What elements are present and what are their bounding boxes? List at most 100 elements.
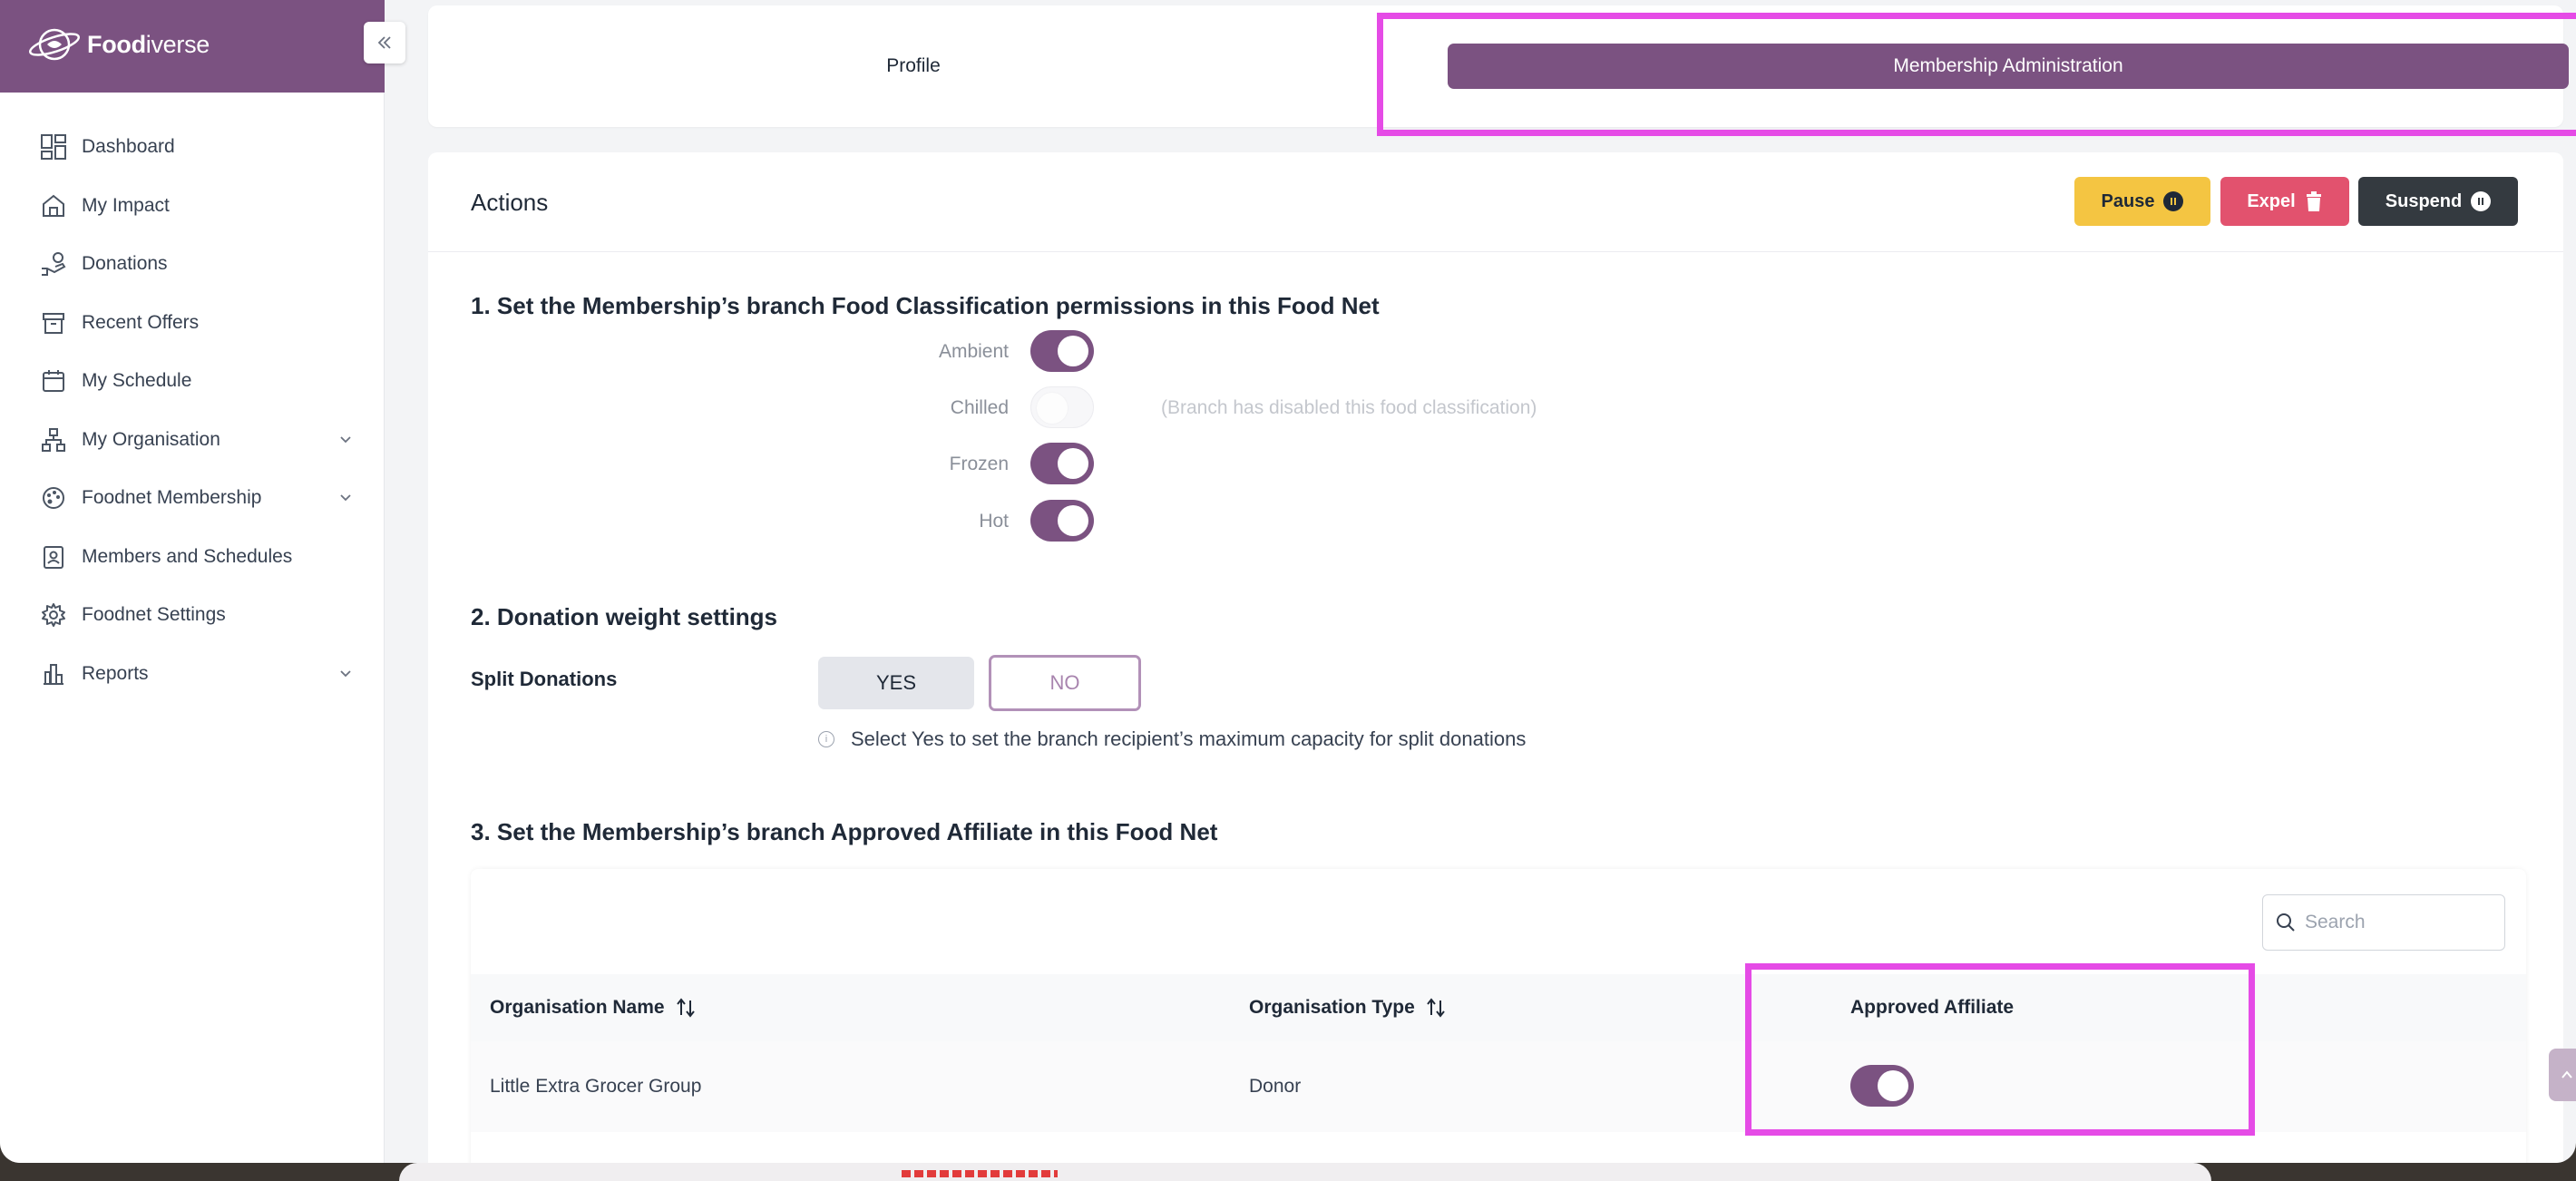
sidebar-item-donations[interactable]: Donations xyxy=(0,235,385,294)
taskbar-indicator xyxy=(902,1170,1058,1177)
chevron-down-icon xyxy=(340,669,351,677)
table-header: Organisation Name Organisation Type Appr… xyxy=(471,974,2526,1041)
bar-chart-icon xyxy=(38,659,69,689)
hint-text: Select Yes to set the branch recipient’s… xyxy=(851,727,1527,750)
id-badge-icon xyxy=(38,542,69,572)
sidebar: Foodiverse Dashboard My Impact Donations… xyxy=(0,0,405,1163)
actions-header: Actions Pause Expel Suspend xyxy=(428,152,2563,252)
pause-icon xyxy=(2163,191,2184,211)
hand-donation-icon xyxy=(38,249,69,279)
sidebar-item-label: Recent Offers xyxy=(82,311,200,333)
info-icon: i xyxy=(818,731,834,747)
ambient-toggle[interactable] xyxy=(1030,330,1094,372)
split-donations-label: Split Donations xyxy=(471,668,618,690)
chevron-up-icon xyxy=(2561,1070,2572,1079)
suspend-button[interactable]: Suspend xyxy=(2358,177,2518,226)
split-no-button[interactable]: NO xyxy=(989,655,1141,711)
permission-label: Ambient xyxy=(938,341,1009,362)
suspend-pause-icon xyxy=(2471,191,2492,211)
app-window: Foodiverse Dashboard My Impact Donations… xyxy=(0,0,2576,1163)
section-approved-affiliate-title: 3. Set the Membership’s branch Approved … xyxy=(471,818,1218,845)
column-approved-affiliate: Approved Affiliate xyxy=(1850,997,2014,1019)
collapse-sidebar-button[interactable] xyxy=(364,22,405,63)
sidebar-item-my-schedule[interactable]: My Schedule xyxy=(0,352,385,411)
sidebar-item-label: My Organisation xyxy=(82,428,220,450)
palette-membership-icon xyxy=(38,483,69,513)
brand-header: Foodiverse xyxy=(0,0,385,93)
pause-button[interactable]: Pause xyxy=(2074,177,2210,226)
tabs-bar: Profile Membership Administration xyxy=(428,5,2569,127)
suspend-label: Suspend xyxy=(2385,190,2463,211)
permission-label: Frozen xyxy=(949,454,1009,474)
sidebar-item-label: My Schedule xyxy=(82,370,192,392)
sidebar-item-members-and-schedules[interactable]: Members and Schedules xyxy=(0,528,385,587)
sidebar-item-recent-offers[interactable]: Recent Offers xyxy=(0,294,385,353)
permission-row-frozen: Frozen xyxy=(428,443,1698,488)
double-chevron-left-icon xyxy=(377,36,391,49)
column-label: Approved Affiliate xyxy=(1850,997,2015,1018)
toggle-knob xyxy=(1878,1070,1908,1101)
search-input[interactable] xyxy=(2305,912,2486,933)
permission-row-ambient: Ambient xyxy=(428,330,1698,376)
hot-toggle[interactable] xyxy=(1030,500,1094,542)
permission-row-chilled: Chilled (Branch has disabled this food c… xyxy=(428,386,1698,432)
dashboard-icon xyxy=(38,132,69,162)
sort-icon xyxy=(676,998,695,1018)
cell-organisation-type: Donor xyxy=(1249,1076,1302,1097)
sidebar-item-label: Foodnet Membership xyxy=(82,487,262,509)
sidebar-item-reports[interactable]: Reports xyxy=(0,645,385,704)
toggle-knob xyxy=(1037,393,1068,424)
expel-label: Expel xyxy=(2247,190,2296,211)
tab-profile[interactable]: Profile xyxy=(428,5,1399,127)
trash-icon xyxy=(2306,191,2321,211)
column-organisation-name[interactable]: Organisation Name xyxy=(490,997,696,1019)
column-organisation-type[interactable]: Organisation Type xyxy=(1249,997,1446,1019)
sidebar-item-label: My Impact xyxy=(82,194,170,216)
column-label: Organisation Type xyxy=(1249,997,1415,1018)
chilled-toggle[interactable] xyxy=(1030,386,1094,428)
actions-title: Actions xyxy=(471,189,549,216)
toggle-knob xyxy=(1058,448,1088,479)
permission-label: Chilled xyxy=(950,397,1009,418)
org-chart-icon xyxy=(38,425,69,455)
approved-affiliate-toggle[interactable] xyxy=(1850,1065,1914,1107)
frozen-toggle[interactable] xyxy=(1030,443,1094,484)
sidebar-item-my-impact[interactable]: My Impact xyxy=(0,177,385,236)
permission-label: Hot xyxy=(979,511,1009,532)
archive-box-icon xyxy=(38,307,69,338)
chevron-down-icon xyxy=(340,435,351,443)
column-label: Organisation Name xyxy=(490,997,665,1018)
expel-button[interactable]: Expel xyxy=(2220,177,2349,226)
section-food-classification-title: 1. Set the Membership’s branch Food Clas… xyxy=(471,292,1380,319)
sidebar-item-dashboard[interactable]: Dashboard xyxy=(0,118,385,177)
os-taskbar xyxy=(399,1163,2211,1181)
main-content: Profile Membership Administration Action… xyxy=(385,0,2576,1163)
toggle-knob xyxy=(1058,505,1088,536)
search-field[interactable] xyxy=(2262,894,2505,951)
calendar-icon xyxy=(38,366,69,396)
sidebar-item-label: Foodnet Settings xyxy=(82,604,226,626)
sidebar-item-label: Members and Schedules xyxy=(82,545,293,567)
sidebar-item-label: Dashboard xyxy=(82,136,175,158)
pause-label: Pause xyxy=(2101,190,2155,211)
table-row: Little Extra Grocer Group Donor xyxy=(471,1041,2526,1132)
sidebar-item-foodnet-membership[interactable]: Foodnet Membership xyxy=(0,469,385,528)
affiliate-table: Organisation Name Organisation Type Appr… xyxy=(471,869,2526,1163)
gear-icon xyxy=(38,600,69,630)
foodiverse-logo-icon xyxy=(29,28,80,61)
section-donation-weight-title: 2. Donation weight settings xyxy=(471,603,778,630)
brand-name: Foodiverse xyxy=(87,31,210,58)
chevron-down-icon xyxy=(340,494,351,502)
split-yes-button[interactable]: YES xyxy=(818,657,974,709)
sidebar-item-label: Donations xyxy=(82,253,168,275)
sidebar-item-my-organisation[interactable]: My Organisation xyxy=(0,411,385,470)
scroll-to-top-button[interactable] xyxy=(2549,1049,2576,1101)
tab-membership-administration[interactable]: Membership Administration xyxy=(1448,44,2569,89)
search-icon xyxy=(2277,913,2295,932)
permission-row-hot: Hot xyxy=(428,500,1698,545)
split-donations-hint: i Select Yes to set the branch recipient… xyxy=(818,727,1526,751)
sidebar-item-foodnet-settings[interactable]: Foodnet Settings xyxy=(0,586,385,645)
sidebar-nav: Dashboard My Impact Donations Recent Off… xyxy=(0,118,385,703)
chilled-disabled-note: (Branch has disabled this food classific… xyxy=(1161,397,1537,418)
sidebar-item-label: Reports xyxy=(82,662,149,684)
